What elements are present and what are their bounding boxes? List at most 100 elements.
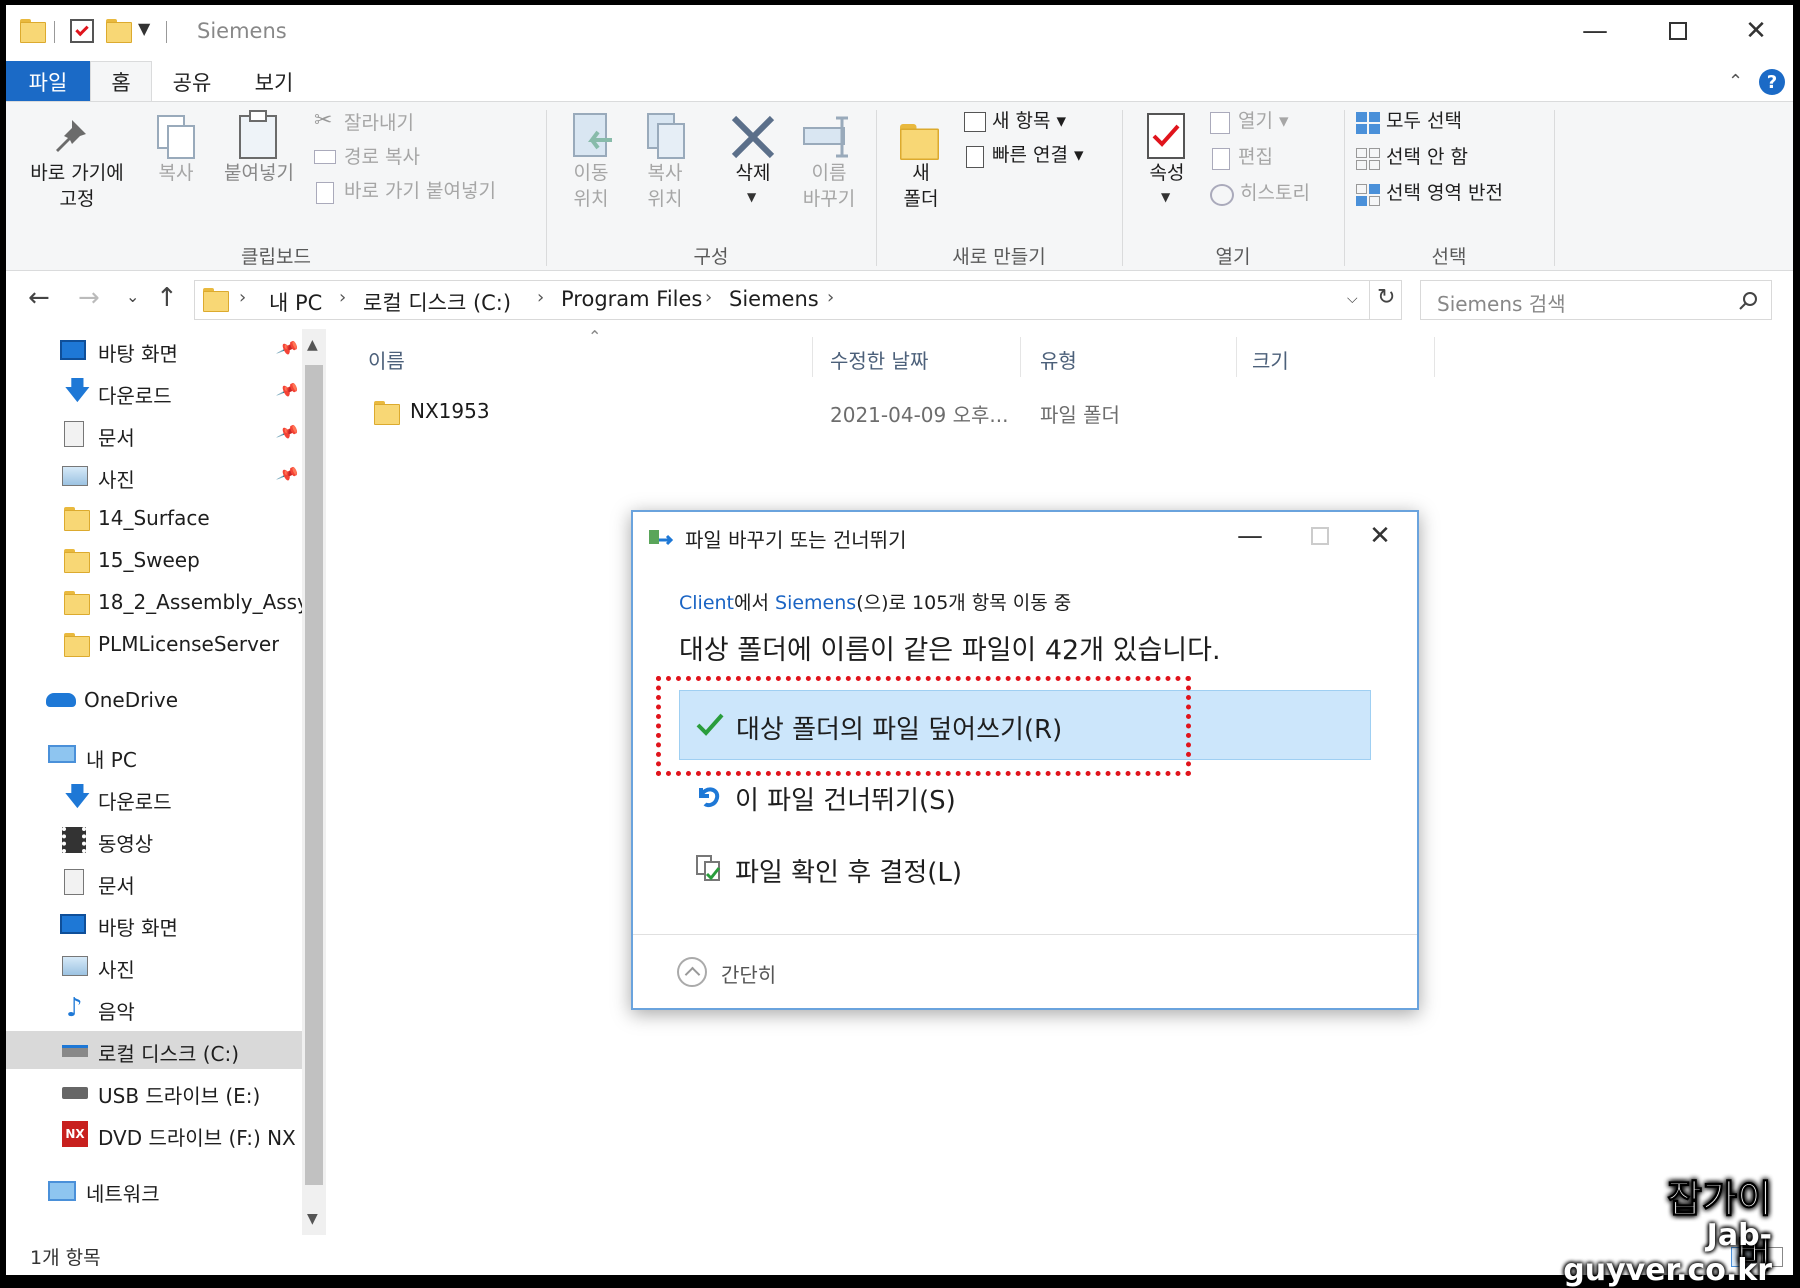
edit-button[interactable]: 편집 <box>1238 144 1273 170</box>
sidebar-item-downloads[interactable]: 🡇 다운로드 📌 <box>6 373 302 411</box>
select-none-button[interactable]: 선택 안 함 <box>1386 144 1468 170</box>
new-folder-icon[interactable] <box>106 19 132 43</box>
dialog-minimize-button[interactable]: — <box>1215 516 1285 556</box>
pin-icon[interactable]: 📌 <box>275 420 300 445</box>
properties-label: 속성 <box>1149 162 1185 184</box>
column-header-type[interactable]: 유형 <box>1040 345 1077 374</box>
pin-icon[interactable]: 📌 <box>275 378 300 403</box>
properties-check-icon[interactable] <box>70 19 94 43</box>
sidebar-item-documents[interactable]: 문서 📌 <box>6 415 302 453</box>
sidebar-item-pictures[interactable]: 사진 <box>6 947 302 985</box>
sidebar-item-label: 네트워크 <box>86 1182 160 1206</box>
sidebar-item-folder[interactable]: 15_Sweep <box>6 541 302 579</box>
sidebar-item-folder[interactable]: PLMLicenseServer <box>6 625 302 663</box>
dialog-close-button[interactable]: ✕ <box>1345 516 1415 556</box>
replace-files-option[interactable]: 대상 폴더의 파일 덮어쓰기(R) <box>679 690 1371 760</box>
decide-each-file-label: 파일 확인 후 결정(L) <box>735 858 963 888</box>
decide-each-file-option[interactable]: 파일 확인 후 결정(L) <box>679 834 1371 904</box>
history-button[interactable]: 히스토리 <box>1240 180 1310 206</box>
maximize-button[interactable] <box>1639 5 1717 57</box>
easy-access-button[interactable]: 빠른 연결 ▾ <box>992 142 1084 168</box>
select-all-button[interactable]: 모두 선택 <box>1386 108 1462 134</box>
address-bar[interactable]: › 내 PC › 로컬 디스크 (C:) › Program Files › S… <box>194 280 1402 320</box>
up-arrow-icon[interactable]: ↑ <box>156 283 178 313</box>
fewer-details-button[interactable]: 간단히 <box>721 959 776 988</box>
dest-folder-link[interactable]: Siemens <box>775 592 856 614</box>
copy-path-button[interactable]: 경로 복사 <box>344 144 420 170</box>
breadcrumb-my-pc[interactable]: 내 PC <box>269 287 322 317</box>
sidebar-item-music[interactable]: ♪ 음악 <box>6 989 302 1027</box>
navigation-pane: 바탕 화면 📌 🡇 다운로드 📌 문서 📌 사진 📌 14_Surface 15… <box>6 329 302 1235</box>
sidebar-item-documents[interactable]: 문서 <box>6 863 302 901</box>
sidebar-item-desktop[interactable]: 바탕 화면 <box>6 905 302 943</box>
open-button[interactable]: 열기 ▾ <box>1238 108 1289 134</box>
scroll-down-icon[interactable]: ▼ <box>307 1211 318 1227</box>
pin-icon[interactable]: 📌 <box>275 336 300 361</box>
tab-share[interactable]: 공유 <box>156 61 228 102</box>
collapse-details-icon[interactable] <box>677 957 707 987</box>
invert-selection-button[interactable]: 선택 영역 반전 <box>1386 180 1503 206</box>
breadcrumb-program-files[interactable]: Program Files <box>561 287 702 311</box>
sidebar-item-desktop[interactable]: 바탕 화면 📌 <box>6 331 302 369</box>
breadcrumb-separator[interactable]: › <box>827 287 834 308</box>
forward-arrow-icon[interactable]: → <box>78 283 100 313</box>
sidebar-item-dvd-drive[interactable]: NX DVD 드라이브 (F:) NX <box>6 1115 302 1153</box>
paste-shortcut-button[interactable]: 바로 가기 붙여넣기 <box>344 178 496 204</box>
document-icon <box>64 421 84 447</box>
file-move-icon <box>649 530 674 546</box>
close-button[interactable]: ✕ <box>1717 5 1793 57</box>
column-header-name[interactable]: 이름 <box>368 345 405 374</box>
sidebar-item-network[interactable]: 네트워크 <box>6 1171 302 1209</box>
sidebar-item-onedrive[interactable]: OneDrive <box>6 681 302 719</box>
scrollbar-thumb[interactable] <box>305 365 323 1185</box>
properties-dropdown-icon[interactable]: ▼ <box>1161 190 1170 204</box>
scroll-up-icon[interactable]: ▲ <box>307 337 318 353</box>
column-separator[interactable] <box>1434 337 1435 377</box>
new-item-button[interactable]: 새 항목 ▾ <box>992 108 1066 134</box>
paste-icon <box>239 110 277 159</box>
file-name: NX1953 <box>410 399 490 423</box>
address-dropdown-icon[interactable]: ⌵ <box>1347 291 1358 307</box>
minimize-button[interactable]: — <box>1556 5 1634 57</box>
sidebar-item-downloads[interactable]: 🡇 다운로드 <box>6 779 302 817</box>
compare-files-icon <box>696 855 721 881</box>
back-arrow-icon[interactable]: ← <box>28 283 50 313</box>
collapse-ribbon-icon[interactable]: ⌃ <box>1728 71 1743 92</box>
cut-button[interactable]: 잘라내기 <box>344 110 414 136</box>
folder-icon <box>64 591 90 615</box>
breadcrumb-siemens[interactable]: Siemens <box>729 287 819 311</box>
breadcrumb-separator[interactable]: › <box>537 287 544 308</box>
file-date: 2021-04-09 오후... <box>830 403 1009 427</box>
tab-home[interactable]: 홈 <box>90 61 152 102</box>
sort-ascending-icon: ⌃ <box>588 327 602 346</box>
sidebar-item-pictures[interactable]: 사진 📌 <box>6 457 302 495</box>
sidebar-item-this-pc[interactable]: 내 PC <box>6 737 302 775</box>
breadcrumb-local-disk[interactable]: 로컬 디스크 (C:) <box>363 287 511 317</box>
column-header-date[interactable]: 수정한 날짜 <box>830 345 928 374</box>
delete-dropdown-icon[interactable]: ▼ <box>747 190 756 204</box>
breadcrumb-separator[interactable]: › <box>339 287 346 308</box>
sidebar-item-folder[interactable]: 14_Surface <box>6 499 302 537</box>
source-folder-link[interactable]: Client <box>679 592 734 614</box>
column-separator[interactable] <box>812 337 813 377</box>
search-input[interactable]: Siemens 검색 <box>1420 280 1772 320</box>
sidebar-item-folder[interactable]: 18_2_Assembly_Assy <box>6 583 302 621</box>
sidebar-item-videos[interactable]: 동영상 <box>6 821 302 859</box>
tab-view[interactable]: 보기 <box>238 61 310 102</box>
sidebar-scrollbar[interactable]: ▲ ▼ <box>302 329 326 1235</box>
column-separator[interactable] <box>1236 337 1237 377</box>
customize-qat-icon[interactable]: ▼ <box>138 19 150 38</box>
cut-icon: ✂ <box>314 108 333 133</box>
refresh-icon[interactable]: ↻ <box>1377 285 1395 310</box>
column-header-size[interactable]: 크기 <box>1252 345 1289 374</box>
breadcrumb-separator[interactable]: › <box>705 287 712 308</box>
breadcrumb-separator[interactable]: › <box>239 287 246 308</box>
column-separator[interactable] <box>1020 337 1021 377</box>
sidebar-item-usb-drive[interactable]: USB 드라이브 (E:) <box>6 1073 302 1111</box>
recent-locations-chevron-icon[interactable]: ⌄ <box>126 287 139 306</box>
sidebar-item-local-disk[interactable]: 로컬 디스크 (C:) <box>6 1031 302 1069</box>
skip-files-option[interactable]: 이 파일 건너뛰기(S) <box>679 762 1371 832</box>
tab-file[interactable]: 파일 <box>6 61 90 102</box>
pin-icon[interactable]: 📌 <box>275 462 300 487</box>
help-icon[interactable]: ? <box>1759 69 1785 95</box>
